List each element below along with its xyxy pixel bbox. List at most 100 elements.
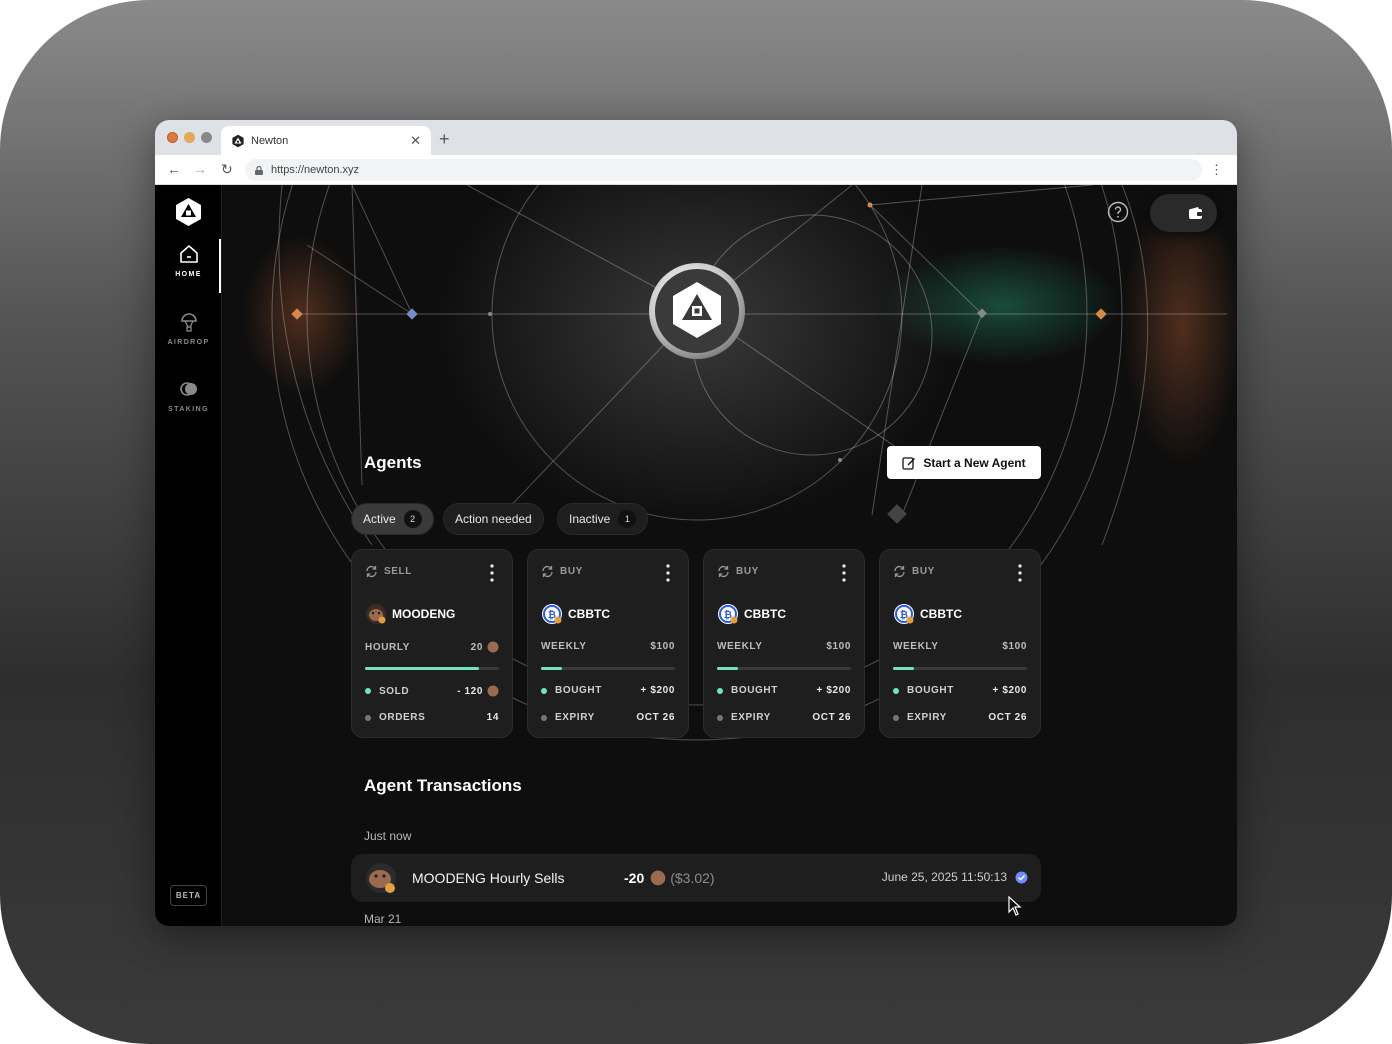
sidebar-item-airdrop[interactable]: AIRDROP [155,311,222,346]
stat-label: ORDERS [365,712,425,723]
bitcoin-token-icon: ₿ [894,604,914,624]
help-icon[interactable] [1107,201,1129,223]
agent-frequency-row: WEEKLY $100 [541,641,675,652]
agent-card[interactable]: BUY ₿ CBBTC WEEKLY $100 BOUGHT + $200 EX [703,549,865,738]
agent-progress-bar [717,667,851,670]
card-menu-icon[interactable] [842,564,846,582]
tab-bar: Newton ✕ + [155,120,1237,155]
status-dot [717,714,723,721]
new-tab-icon[interactable]: + [439,129,450,150]
agent-stat-row: SOLD - 120 [365,685,499,697]
browser-menu-icon[interactable]: ⋮ [1210,162,1223,178]
stat-label-text: EXPIRY [555,712,595,723]
wallet-button[interactable] [1150,194,1217,232]
beta-badge: BETA [170,885,207,906]
minimize-window-button[interactable] [184,132,195,143]
frequency-amount: $100 [826,641,851,652]
progress-fill [893,667,915,670]
agent-stat-row: EXPIRY OCT 26 [893,712,1027,723]
moodeng-token-icon [487,641,499,653]
filter-active[interactable]: Active 2 [351,503,434,535]
stat-label-text: ORDERS [379,712,426,723]
amount-text: 20 [470,641,483,653]
stat-value: + $200 [992,685,1027,696]
stat-value: OCT 26 [812,712,851,723]
device-frame: Newton ✕ + ← → ↻ https://newton.xyz ⋮ HO… [0,0,1392,1044]
amount-text: -20 [624,870,645,886]
agent-type-label: BUY [736,566,759,577]
status-dot [541,687,547,694]
maximize-window-button[interactable] [201,132,212,143]
status-dot [893,687,899,694]
moodeng-token-icon [487,685,499,697]
sidebar-item-home[interactable]: HOME [155,243,222,278]
frequency-label: WEEKLY [541,641,587,652]
browser-tab[interactable]: Newton ✕ [221,126,431,155]
card-menu-icon[interactable] [666,564,670,582]
agent-progress-bar [893,667,1027,670]
progress-fill [365,667,479,670]
back-arrow-icon[interactable]: ← [167,161,181,177]
transaction-group-label: Mar 21 [364,912,402,926]
hero-newton-logo [649,263,745,359]
filter-label: Action needed [455,512,532,526]
status-dot [365,688,371,694]
agent-token-name: MOODENG [392,607,456,621]
agent-card[interactable]: BUY ₿ CBBTC WEEKLY $100 BOUGHT + $200 EX [527,549,689,738]
wallet-icon [1189,207,1202,219]
sidebar: HOME AIRDROP STAKING BETA [155,185,222,926]
tab-close-icon[interactable]: ✕ [410,133,421,149]
url-field[interactable]: https://newton.xyz [245,159,1202,181]
filter-label: Inactive [569,512,611,526]
reload-icon[interactable]: ↻ [221,161,233,178]
agent-stat-row: BOUGHT + $200 [717,685,851,696]
frequency-label: WEEKLY [893,641,939,652]
agent-token-name: CBBTC [568,607,610,621]
url-text: https://newton.xyz [271,164,360,176]
bitcoin-token-icon: ₿ [542,604,562,624]
bitcoin-token-icon: ₿ [718,604,738,624]
sidebar-item-label: HOME [175,271,202,278]
stat-label-text: BOUGHT [555,685,602,696]
newton-logo-icon[interactable] [175,197,202,227]
sidebar-item-label: STAKING [168,406,209,413]
agent-stat-row: EXPIRY OCT 26 [541,712,675,723]
agent-type: BUY [893,565,935,578]
card-menu-icon[interactable] [490,564,494,582]
moodeng-token-icon [650,870,666,886]
start-new-agent-button[interactable]: Start a New Agent [887,446,1041,479]
transaction-row[interactable]: MOODENG Hourly Sells -20 ($3.02) June 25… [351,854,1041,902]
stat-label: EXPIRY [893,712,947,723]
refresh-icon [718,565,729,578]
filter-inactive[interactable]: Inactive 1 [557,503,649,535]
stat-label-text: EXPIRY [731,712,771,723]
sidebar-item-staking[interactable]: STAKING [155,378,222,413]
filter-action-needed[interactable]: Action needed [443,503,544,535]
moodeng-token-icon [366,604,386,624]
forward-arrow-icon[interactable]: → [193,161,207,177]
agent-token: ₿ CBBTC [717,603,786,625]
frequency-amount: $100 [650,641,675,652]
stat-value: OCT 26 [988,712,1027,723]
mouse-cursor-icon [1008,896,1022,916]
stat-label: BOUGHT [717,685,778,696]
status-dot [893,714,899,721]
status-dot [717,687,723,694]
close-window-button[interactable] [167,132,178,143]
start-new-agent-label: Start a New Agent [923,455,1026,470]
card-menu-icon[interactable] [1018,564,1022,582]
stat-label-text: SOLD [379,685,410,697]
agent-card[interactable]: SELL MOODENG HOURLY 20 SOLD - 120 ORDERS… [351,549,513,738]
agent-frequency-row: WEEKLY $100 [893,641,1027,652]
agent-type-label: SELL [384,566,412,577]
stat-value: + $200 [816,685,851,696]
transaction-usd-value: ($3.02) [670,870,715,886]
agent-stat-row: BOUGHT + $200 [541,685,675,696]
agent-stat-row: EXPIRY OCT 26 [717,712,851,723]
moodeng-avatar [366,863,396,893]
stat-value: - 120 [457,685,499,697]
agent-card[interactable]: BUY ₿ CBBTC WEEKLY $100 BOUGHT + $200 EX [879,549,1041,738]
progress-fill [541,667,563,670]
stat-value: OCT 26 [636,712,675,723]
agent-type-label: BUY [912,566,935,577]
